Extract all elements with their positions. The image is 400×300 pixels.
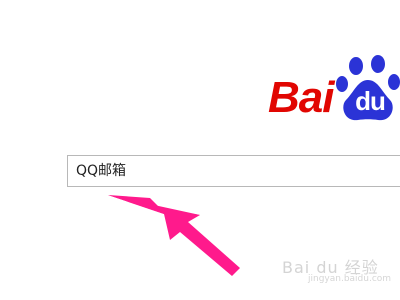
watermark-url: jingyan.baidu.com bbox=[308, 274, 392, 284]
logo-text-du: du bbox=[355, 86, 386, 116]
search-input-box[interactable]: QQ邮箱 bbox=[67, 155, 400, 187]
logo-text-bai: Bai bbox=[268, 73, 334, 122]
search-input[interactable]: QQ邮箱 bbox=[76, 156, 126, 186]
baidu-logo[interactable]: Bai du bbox=[262, 50, 400, 130]
